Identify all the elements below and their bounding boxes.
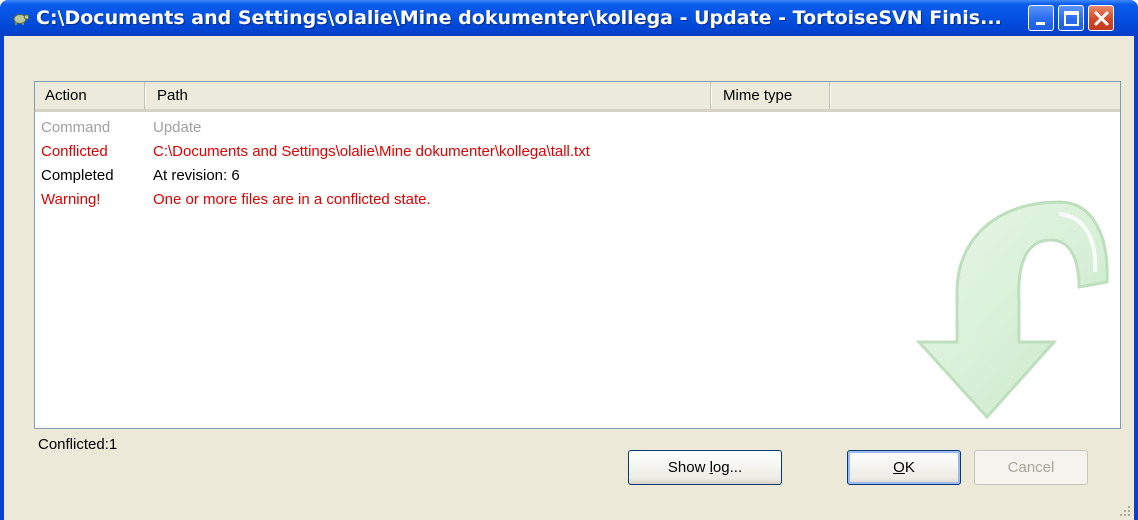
row-path: At revision: 6 [153,167,240,184]
maximize-button[interactable] [1058,5,1084,31]
column-header-path[interactable]: Path [147,82,712,109]
update-arrow-icon [915,200,1109,420]
maximize-icon [1064,11,1079,26]
row-action: Completed [41,167,114,184]
column-header-mime-type[interactable]: Mime type [713,82,831,109]
close-button[interactable] [1088,5,1114,31]
cancel-button[interactable]: Cancel [974,450,1088,485]
window: C:\Documents and Settings\olalie\Mine do… [0,0,1138,520]
results-list[interactable]: Action Path Mime type Command Update Con… [34,81,1121,429]
list-row[interactable]: Conflicted C:\Documents and Settings\ola… [35,140,1120,164]
row-path: Update [153,119,202,136]
row-action: Command [41,119,111,136]
minimize-button[interactable] [1028,5,1054,31]
row-path: C:\Documents and Settings\olalie\Mine do… [153,143,590,160]
title-bar[interactable]: C:\Documents and Settings\olalie\Mine do… [0,0,1138,36]
ok-button[interactable]: OK [847,450,961,485]
list-header: Action Path Mime type [35,82,1120,112]
row-path: One or more files are in a conflicted st… [153,191,431,208]
row-action: Conflicted [41,143,108,160]
status-text: Conflicted:1 [38,436,118,453]
row-action: Warning! [41,191,101,208]
minimize-icon [1036,22,1045,25]
window-title: C:\Documents and Settings\olalie\Mine do… [36,7,1002,29]
resize-grip-icon[interactable] [1118,504,1132,518]
column-header-action[interactable]: Action [35,82,146,109]
tortoise-icon [13,14,30,25]
close-icon [1094,11,1109,26]
list-row[interactable]: Completed At revision: 6 [35,164,1120,188]
list-row[interactable]: Command Update [35,116,1120,140]
show-log-button[interactable]: Show log... [628,450,782,485]
dialog-body: Action Path Mime type Command Update Con… [4,36,1134,520]
